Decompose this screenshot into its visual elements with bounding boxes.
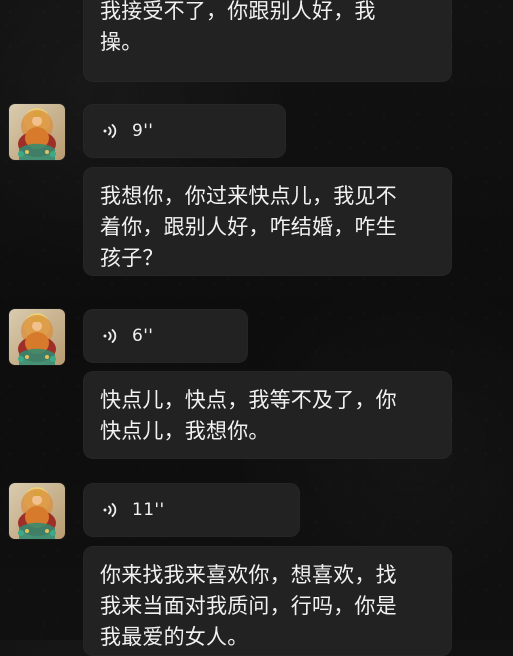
message-text-2: 快点儿，快点，我等不及了，你 快点儿，我想你。 bbox=[100, 388, 397, 443]
message-bubble-top: 我接受不了，你跟别人好，我 操。 bbox=[83, 0, 452, 82]
message-bubble-2: 快点儿，快点，我等不及了，你 快点儿，我想你。 bbox=[83, 371, 452, 459]
voice-message-content: 6'' bbox=[102, 326, 153, 346]
message-text-3: 你来找我来喜欢你，想喜欢，找 我来当面对我质问，行吗，你是 我最爱的女人。 bbox=[100, 563, 397, 649]
message-bubble-1: 我想你，你过来快点儿，我见不 着你，跟别人好，咋结婚，咋生 孩子？ bbox=[83, 167, 452, 276]
voice-wave-icon bbox=[103, 329, 117, 343]
voice-duration: 6'' bbox=[132, 326, 154, 346]
voice-message-2[interactable]: 6'' bbox=[83, 309, 248, 363]
thangka-avatar-icon bbox=[9, 309, 65, 365]
voice-wave-icon bbox=[103, 124, 117, 138]
chat-thread: 我接受不了，你跟别人好，我 操。 9'' 我想你，你过来快点儿，我见不 着你，跟… bbox=[0, 0, 513, 656]
avatar[interactable] bbox=[9, 483, 65, 539]
voice-duration: 9'' bbox=[132, 121, 154, 141]
voice-duration: 11'' bbox=[132, 500, 165, 520]
message-text-1: 我想你，你过来快点儿，我见不 着你，跟别人好，咋结婚，咋生 孩子？ bbox=[100, 184, 397, 270]
thangka-avatar-icon bbox=[9, 483, 65, 539]
thangka-avatar-icon bbox=[9, 104, 65, 160]
avatar[interactable] bbox=[9, 309, 65, 365]
voice-message-3[interactable]: 11'' bbox=[83, 483, 300, 537]
message-text-top: 我接受不了，你跟别人好，我 操。 bbox=[100, 0, 376, 54]
voice-message-1[interactable]: 9'' bbox=[83, 104, 286, 158]
avatar[interactable] bbox=[9, 104, 65, 160]
voice-message-content: 11'' bbox=[102, 500, 165, 520]
voice-message-content: 9'' bbox=[102, 121, 153, 141]
voice-wave-icon bbox=[103, 503, 117, 517]
